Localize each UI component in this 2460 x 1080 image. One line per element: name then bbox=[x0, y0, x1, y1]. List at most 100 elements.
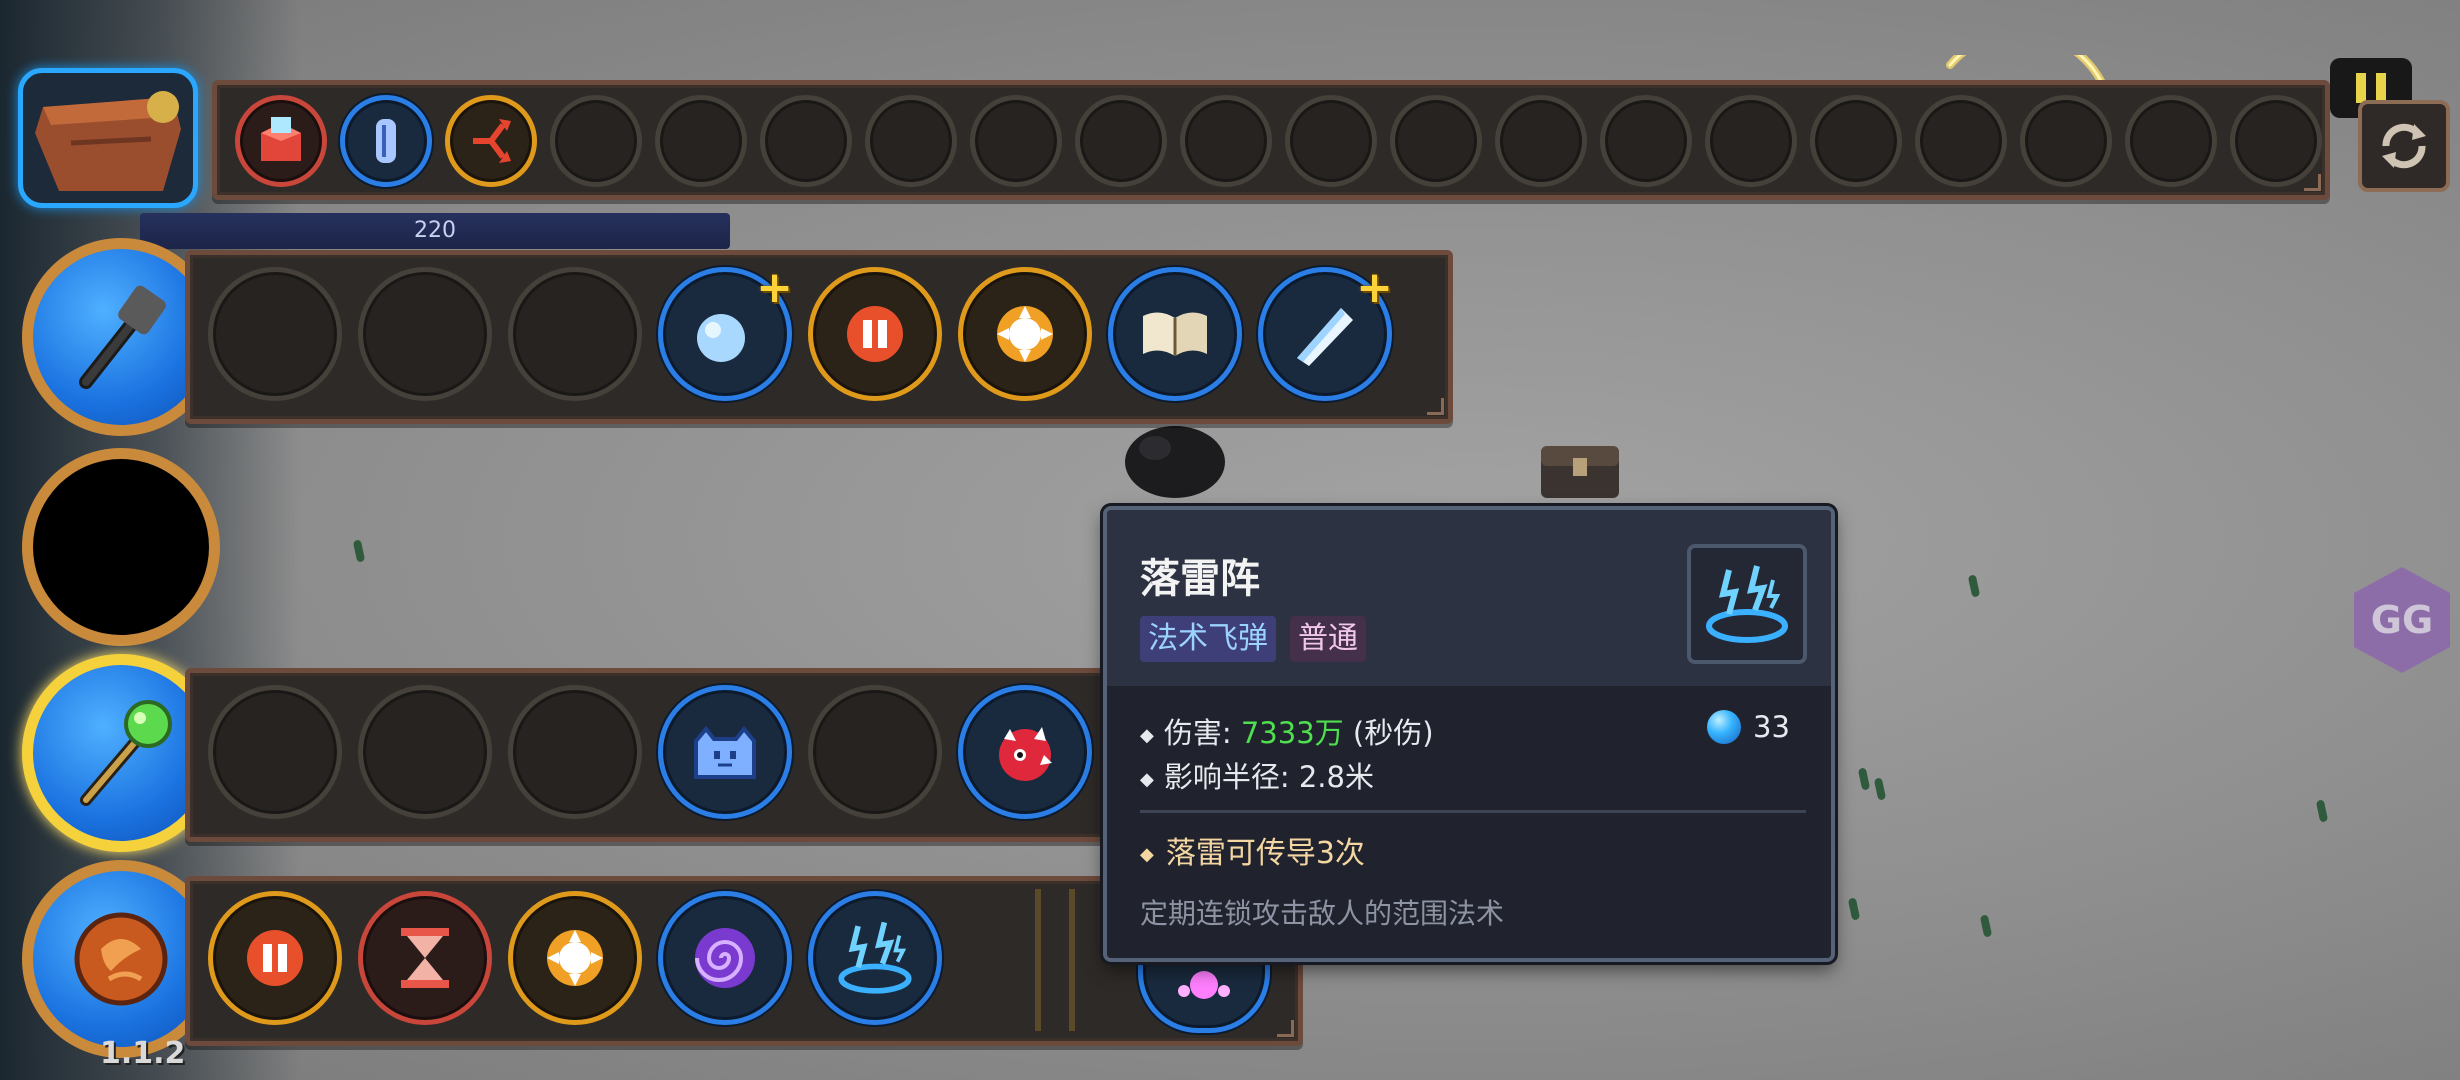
bullet-icon: ◆ bbox=[1140, 724, 1154, 746]
spell-slot-empty[interactable] bbox=[208, 685, 342, 819]
inventory-slot-empty[interactable] bbox=[1600, 95, 1692, 187]
inventory-slot-empty[interactable] bbox=[655, 95, 747, 187]
inventory-slot-empty[interactable] bbox=[1075, 95, 1167, 187]
refresh-button[interactable] bbox=[2358, 100, 2450, 192]
bullet-icon: ◆ bbox=[1140, 844, 1154, 865]
lightning-circle-icon bbox=[1706, 565, 1788, 643]
spell-slot[interactable] bbox=[808, 267, 942, 401]
bag-button[interactable] bbox=[18, 68, 198, 208]
wand-bar-3 bbox=[185, 668, 1185, 842]
green-orb-staff-icon bbox=[80, 700, 172, 806]
empty-wand-slot bbox=[33, 459, 209, 635]
spell-slot[interactable]: + bbox=[1258, 262, 1393, 401]
tooltip-title: 落雷阵 bbox=[1140, 556, 1260, 602]
inventory-slot-empty[interactable] bbox=[1810, 95, 1902, 187]
treasure-chest-sprite bbox=[1541, 446, 1619, 498]
inventory-slot[interactable] bbox=[445, 95, 537, 187]
stat-damage: ◆ 伤害: 7333万 (秒伤) bbox=[1140, 710, 1434, 752]
red-box-item-icon bbox=[261, 117, 301, 161]
inventory-slot-empty[interactable] bbox=[1495, 95, 1587, 187]
wand-bar-1: + + bbox=[185, 250, 1453, 424]
inventory-slot-empty[interactable] bbox=[1915, 95, 2007, 187]
gg-watermark-logo: GG bbox=[2354, 567, 2450, 673]
tooltip-divider bbox=[1140, 810, 1806, 813]
inventory-slot-empty[interactable] bbox=[1285, 95, 1377, 187]
ice-shard-plus-icon bbox=[1283, 292, 1367, 376]
mana-value: 220 bbox=[414, 218, 456, 243]
tag-spell-type: 法术飞弹 bbox=[1140, 616, 1276, 662]
radius-label: 影响半径: 2.8米 bbox=[1163, 760, 1374, 794]
row-divider bbox=[1035, 889, 1075, 1031]
spell-slot[interactable] bbox=[1108, 267, 1242, 401]
spell-slot[interactable] bbox=[808, 891, 942, 1025]
spell-slot[interactable] bbox=[958, 685, 1092, 819]
tooltip-trait: ◆ 落雷可传导3次 bbox=[1140, 828, 1365, 872]
spell-slot[interactable]: + bbox=[658, 262, 793, 401]
pause-modifier-icon bbox=[233, 916, 317, 1000]
fire-orb-icon bbox=[74, 912, 168, 1006]
inventory-slot[interactable] bbox=[340, 95, 432, 187]
stat-radius: ◆ 影响半径: 2.8米 bbox=[1140, 754, 1374, 796]
spell-slot-empty[interactable] bbox=[208, 267, 342, 401]
inventory-slot-empty[interactable] bbox=[1180, 95, 1272, 187]
pause-bar-icon bbox=[2356, 73, 2366, 103]
inventory-slot-empty[interactable] bbox=[2230, 95, 2322, 187]
pink-spark-icon bbox=[1178, 971, 1230, 999]
spell-slot-empty[interactable] bbox=[808, 685, 942, 819]
spell-slot[interactable] bbox=[358, 891, 492, 1025]
spell-tooltip: 落雷阵 法术飞弹 普通 ◆ 伤害: 7333万 (秒伤) ◆ 影响半径: 2.8米 … bbox=[1103, 506, 1835, 962]
purple-vortex-icon bbox=[680, 913, 770, 1003]
inventory-slot-empty[interactable] bbox=[865, 95, 957, 187]
mana-bar: 220 bbox=[140, 213, 730, 249]
inventory-slot-empty[interactable] bbox=[1390, 95, 1482, 187]
spellbook-icon bbox=[1133, 292, 1217, 376]
character-head-sprite bbox=[1125, 426, 1225, 498]
spell-slot-empty[interactable] bbox=[358, 685, 492, 819]
mana-cost-value: 33 bbox=[1753, 710, 1790, 744]
damage-label: 伤害: bbox=[1163, 716, 1241, 750]
target-modifier-icon bbox=[533, 916, 617, 1000]
inventory-slot-empty[interactable] bbox=[970, 95, 1062, 187]
spell-slot-empty[interactable] bbox=[508, 267, 642, 401]
inventory-slot-empty[interactable] bbox=[760, 95, 852, 187]
inventory-bar bbox=[212, 80, 2330, 200]
target-modifier-icon bbox=[983, 292, 1067, 376]
pause-bar-icon bbox=[2376, 73, 2386, 103]
blue-capsule-item-icon bbox=[376, 119, 396, 163]
spell-slot-empty[interactable] bbox=[508, 685, 642, 819]
tag-rarity: 普通 bbox=[1290, 616, 1366, 662]
upgrade-plus-icon: + bbox=[1356, 262, 1393, 313]
mana-orb-icon bbox=[1707, 710, 1741, 744]
spell-slot[interactable] bbox=[658, 685, 792, 819]
spell-slot[interactable] bbox=[208, 891, 342, 1025]
damage-suffix: (秒伤) bbox=[1343, 716, 1434, 750]
tooltip-description: 定期连锁攻击敌人的范围法术 bbox=[1140, 897, 1505, 930]
leather-bag-icon bbox=[35, 91, 181, 191]
ice-orb-plus-icon bbox=[683, 292, 767, 376]
version-label: 1.1.2 bbox=[100, 1036, 186, 1071]
spell-slot[interactable] bbox=[958, 267, 1092, 401]
damage-value: 7333万 bbox=[1240, 716, 1344, 750]
svg-text:GG: GG bbox=[2371, 598, 2433, 642]
blue-slime-icon bbox=[680, 707, 770, 797]
spell-slot[interactable] bbox=[658, 891, 792, 1025]
trait-text: 落雷可传导3次 bbox=[1165, 836, 1365, 871]
hourglass-modifier-icon bbox=[383, 916, 467, 1000]
wand-slot-empty[interactable] bbox=[22, 448, 220, 646]
lightning-circle-icon bbox=[830, 913, 920, 1003]
upgrade-plus-icon: + bbox=[756, 262, 793, 313]
spell-slot-empty[interactable] bbox=[358, 267, 492, 401]
hammer-staff-icon bbox=[79, 285, 166, 389]
inventory-slot[interactable] bbox=[235, 95, 327, 187]
spell-slot[interactable] bbox=[508, 891, 642, 1025]
refresh-icon bbox=[2382, 123, 2426, 169]
red-spiked-icon bbox=[980, 707, 1070, 797]
inventory-slot-empty[interactable] bbox=[2125, 95, 2217, 187]
split-arrows-item-icon bbox=[473, 119, 511, 163]
inventory-slot-empty[interactable] bbox=[1705, 95, 1797, 187]
tooltip-icon-frame bbox=[1687, 544, 1807, 664]
mana-cost: 33 bbox=[1707, 710, 1790, 744]
inventory-slot-empty[interactable] bbox=[550, 95, 642, 187]
inventory-slot-empty[interactable] bbox=[2020, 95, 2112, 187]
bullet-icon: ◆ bbox=[1140, 768, 1154, 790]
